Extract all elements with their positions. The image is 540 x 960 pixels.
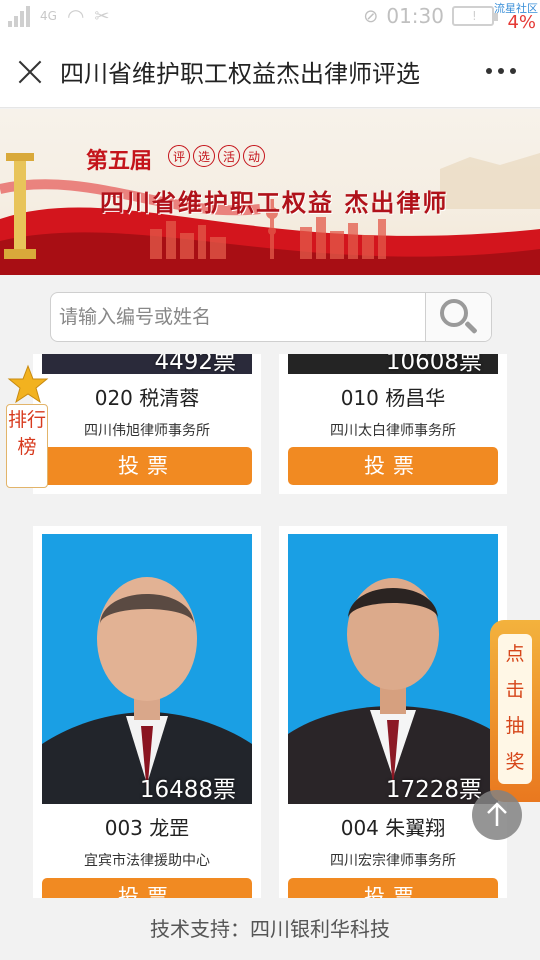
law-firm: 四川伟旭律师事务所 bbox=[84, 423, 210, 439]
portrait-image bbox=[42, 577, 252, 804]
search-input[interactable] bbox=[51, 293, 425, 341]
banner-tag: 活 bbox=[218, 145, 240, 167]
vote-count: 17228票 bbox=[385, 777, 482, 803]
lottery-label: 点击抽奖 bbox=[498, 634, 532, 784]
trophy-star-icon bbox=[7, 364, 49, 404]
candidate-name: 010 杨昌华 bbox=[340, 386, 446, 410]
candidate-card[interactable]: 4492票 020 税清蓉 四川伟旭律师事务所 投票 bbox=[33, 354, 261, 494]
banner-tag: 选 bbox=[193, 145, 215, 167]
candidate-card[interactable]: 17228票 004 朱翼翔 四川宏宗律师事务所 投票 bbox=[279, 526, 507, 898]
candidate-name: 020 税清蓉 bbox=[94, 386, 200, 410]
vote-count: 10608票 bbox=[385, 354, 482, 374]
lottery-button[interactable]: 点击抽奖 bbox=[490, 620, 540, 802]
signal-icon bbox=[8, 5, 30, 27]
close-icon[interactable] bbox=[16, 58, 44, 86]
candidate-photo: 10608票 bbox=[288, 354, 498, 374]
candidate-card[interactable]: 16488票 003 龙罡 宜宾市法律援助中心 投票 bbox=[33, 526, 261, 898]
footer-credit: 技术支持：四川银利华科技 bbox=[0, 898, 540, 960]
more-options-icon[interactable] bbox=[486, 68, 516, 74]
vote-count: 4492票 bbox=[154, 354, 236, 374]
ranking-label: 排行榜 bbox=[6, 404, 48, 488]
wifi-icon: ◠ bbox=[66, 4, 85, 28]
vote-button[interactable]: 投票 bbox=[288, 447, 498, 485]
clock: 01:30 bbox=[386, 4, 444, 28]
no-sim-icon: ✂ bbox=[94, 5, 110, 27]
vote-button[interactable]: 投票 bbox=[42, 447, 252, 485]
title-bar: 四川省维护职工权益杰出律师评选 bbox=[0, 36, 540, 108]
event-banner: 第五届 评 选 活 动 四川省维护职工权益 杰出律师 bbox=[0, 109, 540, 275]
portrait-image bbox=[288, 578, 498, 804]
candidate-card[interactable]: 10608票 010 杨昌华 四川太白律师事务所 投票 bbox=[279, 354, 507, 494]
arrow-up-icon bbox=[487, 802, 507, 826]
search-button[interactable] bbox=[425, 293, 491, 341]
law-firm: 四川宏宗律师事务所 bbox=[330, 853, 456, 869]
back-to-top-button[interactable] bbox=[472, 790, 522, 840]
watermark: 流星社区 bbox=[494, 2, 538, 15]
banner-main-title: 四川省维护职工权益 杰出律师 bbox=[100, 188, 449, 217]
law-firm: 四川太白律师事务所 bbox=[330, 423, 456, 439]
status-bar: 4G ◠ ✂ ⊘ 01:30 ! 4% 流星社区 bbox=[0, 0, 540, 36]
network-type: 4G bbox=[40, 9, 57, 23]
ranking-button[interactable]: 排行榜 bbox=[6, 364, 50, 492]
candidate-photo: 17228票 bbox=[288, 534, 498, 804]
vote-count: 16488票 bbox=[139, 777, 236, 803]
banner-tag: 评 bbox=[168, 145, 190, 167]
search-bar bbox=[50, 292, 492, 342]
law-firm: 宜宾市法律援助中心 bbox=[84, 853, 210, 869]
candidate-name: 003 龙罡 bbox=[104, 816, 190, 840]
page-title: 四川省维护职工权益杰出律师评选 bbox=[60, 61, 420, 88]
battery-icon: ! bbox=[452, 6, 498, 26]
banner-edition: 第五届 bbox=[86, 148, 153, 174]
mute-icon: ⊘ bbox=[363, 5, 379, 27]
candidate-list[interactable]: 4492票 020 税清蓉 四川伟旭律师事务所 投票 10608票 010 杨昌… bbox=[0, 354, 540, 898]
banner-tag: 动 bbox=[243, 145, 265, 167]
vote-button[interactable]: 投票 bbox=[288, 878, 498, 898]
candidate-photo: 4492票 bbox=[42, 354, 252, 374]
vote-button[interactable]: 投票 bbox=[42, 878, 252, 898]
banner-tags: 评 选 活 动 bbox=[168, 145, 265, 167]
candidate-photo: 16488票 bbox=[42, 534, 252, 804]
